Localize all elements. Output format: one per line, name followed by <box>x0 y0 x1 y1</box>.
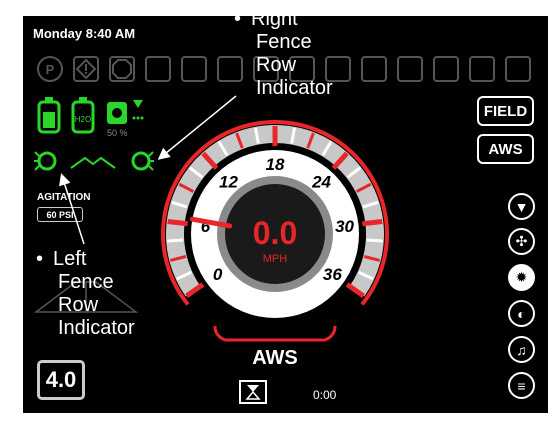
annotation-arrows <box>59 95 237 245</box>
left-fence-arrow <box>59 173 85 245</box>
right-fence-arrow <box>157 95 237 160</box>
